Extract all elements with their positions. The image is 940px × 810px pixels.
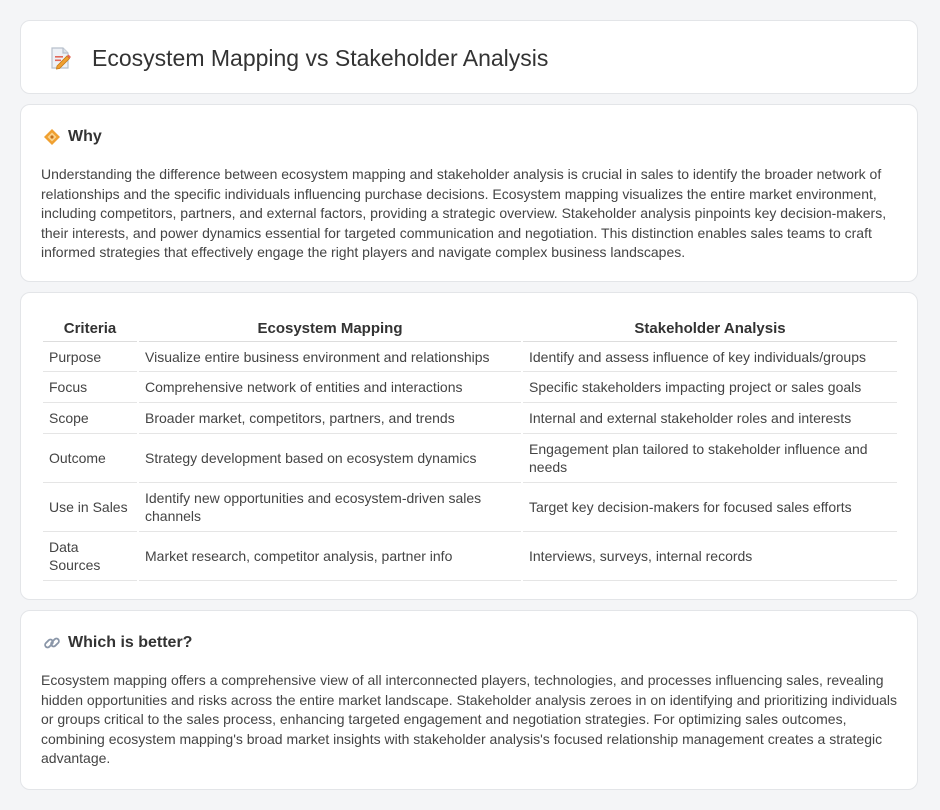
document-pencil-icon: [47, 45, 73, 71]
diamond-icon: [43, 128, 61, 146]
why-heading-row: Why: [43, 127, 102, 147]
comparison-table: Criteria Ecosystem Mapping Stakeholder A…: [41, 315, 899, 581]
table-header-row: Criteria Ecosystem Mapping Stakeholder A…: [43, 315, 897, 342]
stakeholder-cell: Target key decision-makers for focused s…: [523, 483, 897, 532]
page-title: Ecosystem Mapping vs Stakeholder Analysi…: [92, 45, 549, 71]
table-row: Data Sources Market research, competitor…: [43, 532, 897, 581]
link-icon: [43, 634, 61, 652]
ecosystem-cell: Identify new opportunities and ecosystem…: [139, 483, 521, 532]
row-criteria: Data Sources: [43, 532, 137, 581]
header-card: Ecosystem Mapping vs Stakeholder Analysi…: [20, 20, 918, 94]
row-criteria: Focus: [43, 372, 137, 403]
stakeholder-cell: Specific stakeholders impacting project …: [523, 372, 897, 403]
ecosystem-cell: Visualize entire business environment an…: [139, 342, 521, 372]
why-heading: Why: [68, 128, 102, 145]
column-header-criteria: Criteria: [43, 315, 137, 342]
why-section: Why Understanding the difference between…: [20, 104, 918, 282]
row-criteria: Scope: [43, 403, 137, 434]
ecosystem-cell: Strategy development based on ecosystem …: [139, 434, 521, 483]
ecosystem-cell: Broader market, competitors, partners, a…: [139, 403, 521, 434]
which-is-better-section: Which is better? Ecosystem mapping offer…: [20, 610, 918, 790]
table-row: Use in Sales Identify new opportunities …: [43, 483, 897, 532]
stakeholder-cell: Internal and external stakeholder roles …: [523, 403, 897, 434]
stakeholder-cell: Engagement plan tailored to stakeholder …: [523, 434, 897, 483]
row-criteria: Purpose: [43, 342, 137, 372]
table-row: Purpose Visualize entire business enviro…: [43, 342, 897, 372]
table-row: Focus Comprehensive network of entities …: [43, 372, 897, 403]
column-header-stakeholder-analysis: Stakeholder Analysis: [523, 315, 897, 342]
ecosystem-cell: Market research, competitor analysis, pa…: [139, 532, 521, 581]
column-header-ecosystem-mapping: Ecosystem Mapping: [139, 315, 521, 342]
table-row: Scope Broader market, competitors, partn…: [43, 403, 897, 434]
table-row: Outcome Strategy development based on ec…: [43, 434, 897, 483]
row-criteria: Outcome: [43, 434, 137, 483]
better-heading: Which is better?: [68, 634, 193, 651]
why-body: Understanding the difference between eco…: [41, 166, 887, 261]
better-heading-row: Which is better?: [43, 633, 192, 653]
stakeholder-cell: Identify and assess influence of key ind…: [523, 342, 897, 372]
row-criteria: Use in Sales: [43, 483, 137, 532]
comparison-table-card: Criteria Ecosystem Mapping Stakeholder A…: [20, 292, 918, 600]
ecosystem-cell: Comprehensive network of entities and in…: [139, 372, 521, 403]
stakeholder-cell: Interviews, surveys, internal records: [523, 532, 897, 581]
better-body: Ecosystem mapping offers a comprehensive…: [41, 672, 898, 767]
